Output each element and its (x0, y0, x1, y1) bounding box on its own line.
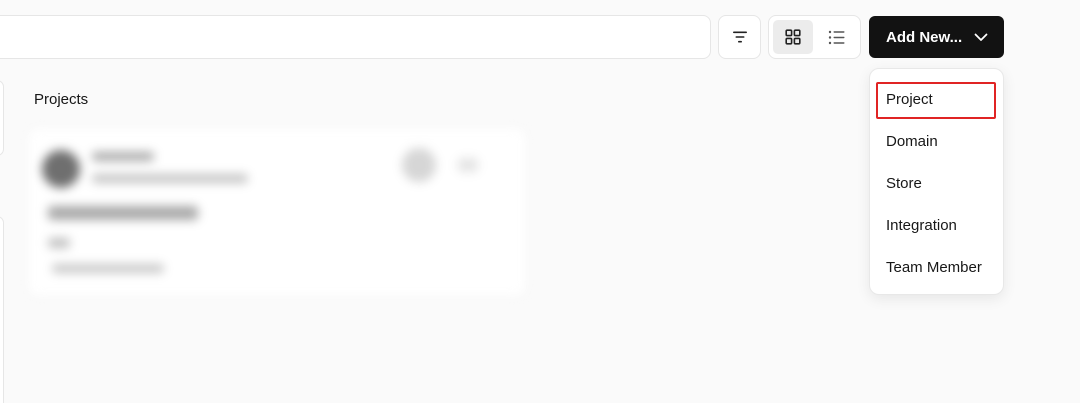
menu-item-label: Domain (886, 132, 938, 150)
filter-button[interactable] (718, 15, 761, 59)
list-view-icon (828, 30, 844, 44)
menu-item-project[interactable]: Project (870, 81, 1003, 119)
list-view-button[interactable] (816, 20, 856, 54)
chevron-down-icon (974, 33, 988, 42)
menu-item-label: Project (886, 90, 933, 108)
menu-item-label: Store (886, 174, 922, 192)
filter-lines-icon (732, 31, 747, 43)
more-options-icon[interactable] (458, 158, 478, 172)
redacted-text (48, 238, 70, 248)
redacted-text (48, 206, 198, 220)
menu-item-store[interactable]: Store (870, 165, 1003, 201)
grid-view-icon (785, 29, 801, 45)
section-title: Projects (34, 91, 89, 108)
avatar (42, 150, 80, 188)
menu-item-integration[interactable]: Integration (870, 207, 1003, 243)
view-mode-toggle (768, 15, 861, 59)
activity-icon[interactable] (402, 148, 436, 182)
menu-item-team-member[interactable]: Team Member (870, 249, 1003, 285)
project-card[interactable] (28, 128, 526, 296)
search-input[interactable] (0, 15, 711, 59)
menu-item-label: Team Member (886, 258, 982, 276)
redacted-text (92, 174, 248, 183)
side-card-edge (0, 80, 4, 156)
redacted-text (52, 264, 164, 273)
side-card-edge (0, 216, 4, 403)
menu-item-label: Integration (886, 216, 957, 234)
redacted-text (92, 152, 154, 161)
menu-item-domain[interactable]: Domain (870, 123, 1003, 159)
add-new-button[interactable]: Add New... (869, 16, 1004, 58)
add-new-label: Add New... (886, 28, 963, 46)
dashboard-page: Add New... Projects Project Domain Store… (0, 0, 1080, 403)
grid-view-button[interactable] (773, 20, 813, 54)
add-new-dropdown-menu: Project Domain Store Integration Team Me… (869, 68, 1004, 295)
